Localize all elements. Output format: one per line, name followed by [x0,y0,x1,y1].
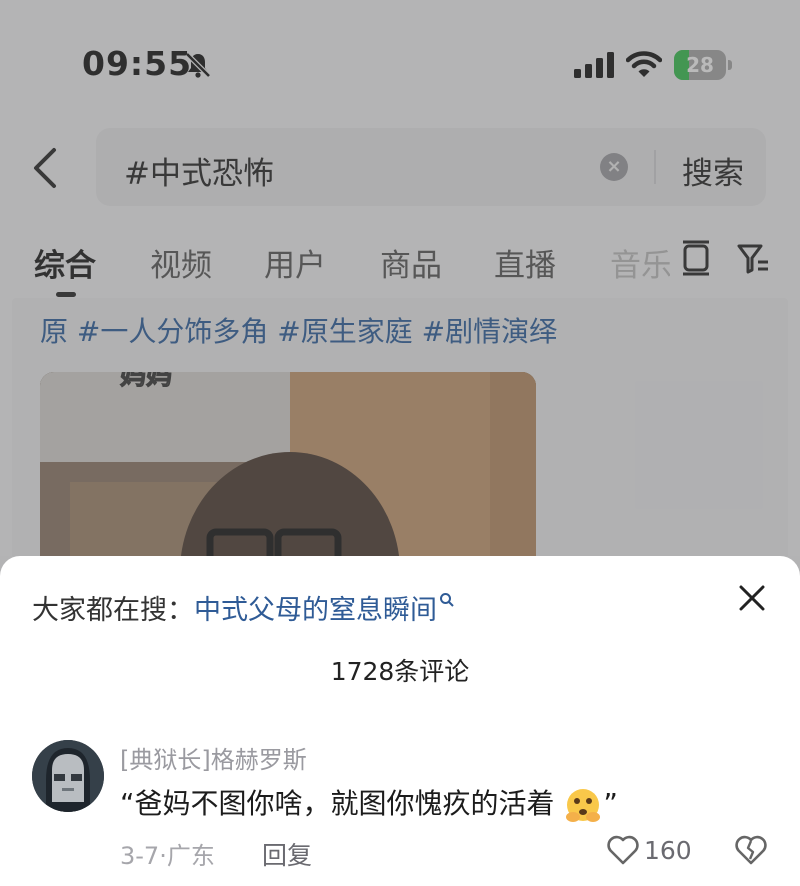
like-count: 160 [644,836,692,865]
comment-date-location: 3-7·广东 [120,842,215,870]
comment-item: [典狱长]格赫罗斯 “爸妈不图你啥，就图你愧疚的活着 ” 3-7·广东 回复 1… [0,734,800,884]
search-icon [440,593,454,607]
comment-text: “爸妈不图你啥，就图你愧疚的活着 ” [120,782,618,823]
trending-search[interactable]: 大家都在搜：中式父母的窒息瞬间 [32,588,455,627]
thinking-emoji-icon [566,789,601,822]
heart-icon[interactable] [606,834,640,866]
close-icon[interactable] [736,582,768,614]
reply-button[interactable]: 回复 [262,836,312,872]
comment-count: 1728条评论 [330,657,470,686]
trending-link[interactable]: 中式父母的窒息瞬间 [194,595,437,626]
broken-heart-icon[interactable] [734,834,768,866]
trending-prefix: 大家都在搜： [32,595,194,626]
comment-body: “爸妈不图你啥，就图你愧疚的活着 [120,787,555,820]
comment-username[interactable]: [典狱长]格赫罗斯 [120,740,307,775]
avatar[interactable] [32,740,104,812]
comment-body-end: ” [603,787,618,820]
avatar-image [32,740,104,812]
comments-sheet: 大家都在搜：中式父母的窒息瞬间 1728条评论 [典狱长]格赫罗斯 “爸妈不图你… [0,556,800,886]
